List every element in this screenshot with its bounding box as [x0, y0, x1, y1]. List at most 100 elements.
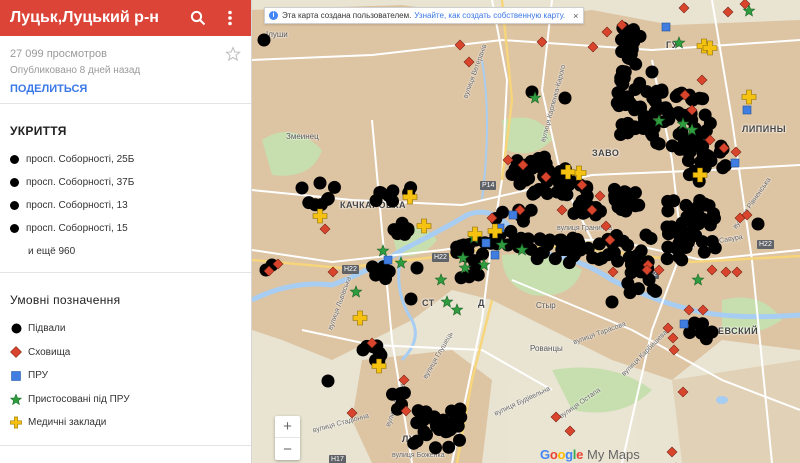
- shelter-marker[interactable]: [468, 259, 482, 273]
- shelter-marker[interactable]: [428, 441, 442, 455]
- shelter-marker[interactable]: [568, 248, 582, 262]
- pru-marker[interactable]: [742, 105, 752, 115]
- shelter-marker[interactable]: [707, 211, 721, 225]
- storage-marker[interactable]: [556, 204, 568, 216]
- pru-marker[interactable]: [383, 255, 393, 265]
- shelter-marker[interactable]: [327, 180, 341, 194]
- list-item[interactable]: просп. Соборності, 37Б: [10, 171, 241, 194]
- adapted-marker[interactable]: [394, 256, 408, 269]
- shelter-marker[interactable]: [629, 57, 643, 71]
- shelter-marker[interactable]: [442, 440, 456, 454]
- adapted-marker[interactable]: [440, 295, 454, 308]
- shelter-marker[interactable]: [476, 247, 490, 261]
- pru-marker[interactable]: [508, 210, 518, 220]
- search-button[interactable]: [185, 5, 211, 31]
- shelter-marker[interactable]: [716, 161, 730, 175]
- more-items-link[interactable]: и ещё 960: [10, 240, 241, 264]
- storage-marker[interactable]: [678, 2, 690, 14]
- shelter-marker[interactable]: [566, 231, 580, 245]
- shelter-marker[interactable]: [611, 254, 625, 268]
- share-button[interactable]: ПОДЕЛИТЬСЯ: [10, 83, 87, 95]
- storage-marker[interactable]: [319, 223, 331, 235]
- shelter-marker[interactable]: [751, 217, 765, 231]
- shelter-marker[interactable]: [608, 192, 622, 206]
- pru-marker[interactable]: [730, 158, 740, 168]
- storage-marker[interactable]: [463, 56, 475, 68]
- shelter-marker[interactable]: [650, 87, 664, 101]
- storage-marker[interactable]: [564, 425, 576, 437]
- list-item[interactable]: просп. Соборності, 13: [10, 194, 241, 217]
- shelter-marker[interactable]: [646, 283, 660, 297]
- shelter-marker[interactable]: [705, 325, 719, 339]
- shelter-marker[interactable]: [675, 253, 689, 267]
- medical-marker[interactable]: [352, 310, 368, 326]
- medical-marker[interactable]: [416, 218, 432, 234]
- shelter-marker[interactable]: [557, 186, 571, 200]
- shelter-marker[interactable]: [417, 425, 431, 439]
- adapted-marker[interactable]: [450, 303, 464, 316]
- storage-marker[interactable]: [601, 26, 613, 38]
- shelter-marker[interactable]: [257, 33, 271, 47]
- storage-marker[interactable]: [697, 304, 709, 316]
- storage-marker[interactable]: [667, 332, 679, 344]
- storage-marker[interactable]: [677, 386, 689, 398]
- medical-marker[interactable]: [741, 89, 757, 105]
- shelter-marker[interactable]: [695, 235, 709, 249]
- storage-marker[interactable]: [730, 146, 742, 158]
- list-item[interactable]: просп. Соборності, 15: [10, 217, 241, 240]
- list-item[interactable]: просп. Соборності, 25Б: [10, 148, 241, 171]
- shelter-marker[interactable]: [410, 261, 424, 275]
- storage-marker[interactable]: [683, 304, 695, 316]
- pru-marker[interactable]: [679, 319, 689, 329]
- shelter-marker[interactable]: [575, 194, 589, 208]
- shelter-marker[interactable]: [517, 235, 531, 249]
- shelter-marker[interactable]: [631, 282, 645, 296]
- map-canvas[interactable]: Змеинец КАЧКАРОВКА СТ Д Рованцы ЗАВО ГУ …: [252, 0, 800, 463]
- shelter-marker[interactable]: [619, 120, 633, 134]
- shelter-marker[interactable]: [439, 425, 453, 439]
- zoom-out-button[interactable]: −: [275, 438, 300, 460]
- shelter-marker[interactable]: [644, 231, 658, 245]
- storage-marker[interactable]: [731, 266, 743, 278]
- shelter-marker[interactable]: [407, 436, 421, 450]
- zoom-in-button[interactable]: +: [275, 416, 300, 438]
- storage-marker[interactable]: [600, 220, 612, 232]
- storage-marker[interactable]: [607, 266, 619, 278]
- storage-marker[interactable]: [706, 264, 718, 276]
- shelter-marker[interactable]: [611, 86, 625, 100]
- pru-marker[interactable]: [481, 238, 491, 248]
- shelter-marker[interactable]: [661, 227, 675, 241]
- shelter-marker[interactable]: [398, 227, 412, 241]
- storage-marker[interactable]: [587, 41, 599, 53]
- shelter-marker[interactable]: [417, 413, 431, 427]
- shelter-marker[interactable]: [526, 187, 540, 201]
- shelter-marker[interactable]: [453, 402, 467, 416]
- shelter-marker[interactable]: [628, 199, 642, 213]
- shelter-marker[interactable]: [382, 264, 396, 278]
- shelter-marker[interactable]: [313, 176, 327, 190]
- storage-marker[interactable]: [346, 407, 358, 419]
- pru-marker[interactable]: [490, 250, 500, 260]
- shelter-marker[interactable]: [605, 295, 619, 309]
- shelter-marker[interactable]: [617, 71, 631, 85]
- shelter-marker[interactable]: [625, 42, 639, 56]
- storage-marker[interactable]: [398, 374, 410, 386]
- more-options-button[interactable]: [217, 5, 243, 31]
- adapted-marker[interactable]: [376, 244, 390, 257]
- shelter-marker[interactable]: [701, 149, 715, 163]
- shelter-marker[interactable]: [320, 192, 334, 206]
- adapted-marker[interactable]: [672, 36, 686, 49]
- learn-more-link[interactable]: Узнайте, как создать собственную карту.: [414, 11, 565, 20]
- star-icon[interactable]: [225, 46, 241, 62]
- shelter-marker[interactable]: [453, 433, 467, 447]
- adapted-marker[interactable]: [434, 273, 448, 286]
- storage-marker[interactable]: [722, 6, 734, 18]
- shelter-marker[interactable]: [548, 252, 562, 266]
- shelter-marker[interactable]: [520, 169, 534, 183]
- storage-marker[interactable]: [594, 190, 606, 202]
- shelter-marker[interactable]: [634, 244, 648, 258]
- shelter-marker[interactable]: [533, 232, 547, 246]
- adapted-marker[interactable]: [349, 285, 363, 298]
- storage-marker[interactable]: [666, 446, 678, 458]
- storage-marker[interactable]: [696, 74, 708, 86]
